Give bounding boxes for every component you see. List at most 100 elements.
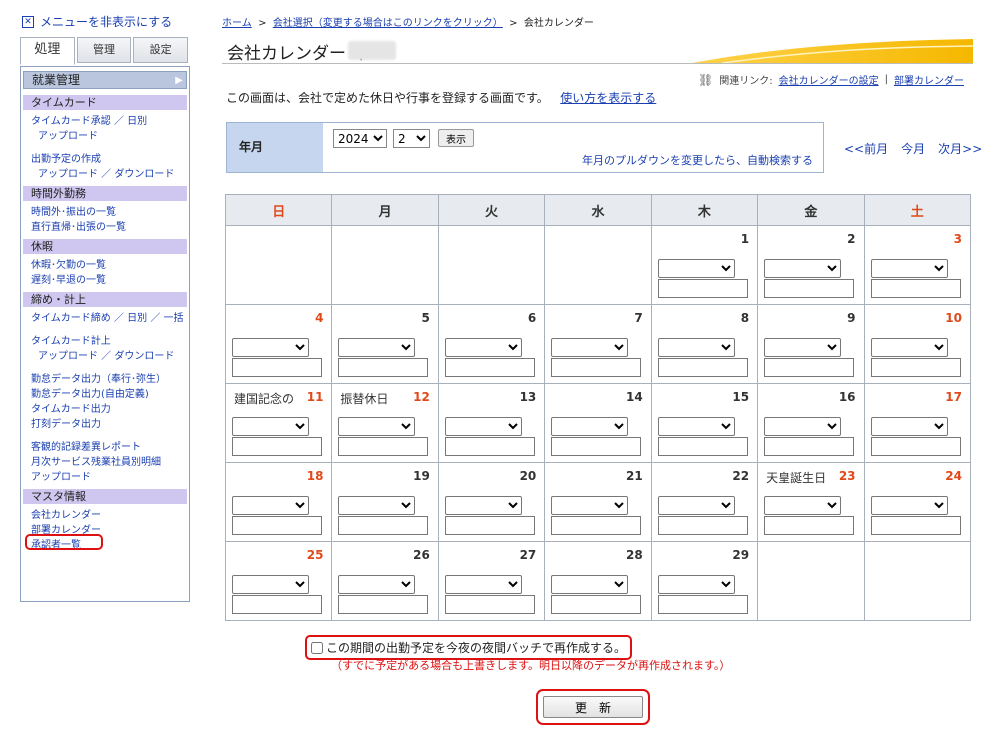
sidebar-link[interactable]: 月次サービス残業社員別明細 (21, 455, 189, 470)
sidebar-link[interactable]: 出勤予定の作成 (21, 152, 189, 167)
day-type-select[interactable] (232, 496, 309, 515)
next-month-link[interactable]: 次月>> (938, 140, 982, 157)
tab-management[interactable]: 管理 (76, 37, 132, 63)
sidebar-link[interactable]: 勤怠データ出力（奉行･弥生） (21, 372, 189, 387)
sidebar-link[interactable]: タイムカード承認 ／ 日別 (21, 114, 189, 129)
title-underline (222, 63, 973, 64)
day-event-input[interactable] (232, 595, 322, 614)
day-event-input[interactable] (870, 279, 961, 298)
breadcrumb-home[interactable]: ホーム (222, 18, 252, 29)
prev-month-link[interactable]: <<前月 (844, 140, 888, 157)
day-event-input[interactable] (764, 358, 855, 377)
day-event-input[interactable] (338, 516, 429, 535)
hide-menu-toggle[interactable]: ✕ メニューを非表示にする (22, 13, 172, 30)
day-type-select[interactable] (551, 496, 629, 515)
sidebar-link[interactable]: 遅刻･早退の一覧 (21, 273, 189, 288)
day-type-select[interactable] (657, 496, 735, 515)
day-type-select[interactable] (551, 417, 629, 436)
day-type-select[interactable] (764, 259, 842, 278)
sidebar-link[interactable]: 直行直帰･出張の一覧 (21, 220, 189, 235)
day-event-input[interactable] (232, 516, 322, 535)
day-event-input[interactable] (232, 358, 322, 377)
day-type-select[interactable] (657, 259, 735, 278)
day-event-input[interactable] (551, 358, 642, 377)
day-type-select[interactable] (551, 575, 629, 594)
day-type-select[interactable] (232, 338, 309, 357)
day-event-input[interactable] (657, 595, 748, 614)
sidebar-link[interactable]: 客観的記録差異レポート (21, 440, 189, 455)
day-type-select[interactable] (551, 338, 629, 357)
year-select[interactable]: 2024 (333, 129, 387, 148)
day-type-select[interactable] (764, 338, 842, 357)
day-type-select[interactable] (444, 575, 522, 594)
sidebar-link[interactable]: タイムカード計上 (21, 334, 189, 349)
description: この画面は、会社で定めた休日や行事を登録する画面です。 使い方を表示する (226, 89, 656, 106)
show-button[interactable]: 表示 (438, 129, 474, 147)
help-link[interactable]: 使い方を表示する (560, 91, 656, 105)
day-event-input[interactable] (338, 358, 429, 377)
day-event-input[interactable] (657, 358, 748, 377)
dept-calendar-link[interactable]: 部署カレンダー (894, 72, 964, 87)
sidebar-link[interactable]: 休暇･欠勤の一覧 (21, 258, 189, 273)
day-event-input[interactable] (551, 437, 642, 456)
breadcrumb-company-select[interactable]: 会社選択（変更する場合はこのリンクをクリック） (273, 18, 503, 29)
day-event-input[interactable] (444, 437, 535, 456)
current-month-link[interactable]: 今月 (901, 140, 925, 157)
day-type-select[interactable] (870, 338, 948, 357)
sidebar-link[interactable]: 勤怠データ出力(自由定義) (21, 387, 189, 402)
day-type-select[interactable] (338, 338, 416, 357)
day-type-select[interactable] (764, 496, 842, 515)
update-button[interactable]: 更 新 (543, 696, 643, 718)
day-event-input[interactable] (764, 516, 855, 535)
sidebar-link[interactable]: 時間外･振出の一覧 (21, 205, 189, 220)
sidebar-link[interactable]: アップロード (21, 470, 189, 485)
day-event-input[interactable] (870, 516, 961, 535)
sidebar-link[interactable]: アップロード ／ ダウンロード (21, 349, 189, 364)
day-event-input[interactable] (444, 595, 535, 614)
sidebar-link[interactable]: タイムカード締め ／ 日別 ／ 一括 (21, 311, 189, 326)
day-event-input[interactable] (870, 358, 961, 377)
day-type-select[interactable] (764, 417, 842, 436)
day-event-input[interactable] (232, 437, 322, 456)
day-type-select[interactable] (870, 496, 948, 515)
day-type-select[interactable] (657, 575, 735, 594)
day-event-input[interactable] (870, 437, 961, 456)
day-event-input[interactable] (657, 279, 748, 298)
day-type-select[interactable] (870, 417, 948, 436)
day-event-input[interactable] (338, 595, 429, 614)
day-event-input[interactable] (764, 437, 855, 456)
day-type-select[interactable] (232, 417, 309, 436)
day-event-input[interactable] (444, 516, 535, 535)
sidebar-header[interactable]: 就業管理 ▶ (23, 71, 187, 89)
day-type-select[interactable] (444, 496, 522, 515)
sidebar-link[interactable]: タイムカード出力 (21, 402, 189, 417)
company-calendar-settings-link[interactable]: 会社カレンダーの設定 (779, 72, 879, 87)
day-event-input[interactable] (764, 279, 855, 298)
tab-processing[interactable]: 処理 (20, 37, 75, 65)
sidebar-link[interactable]: 会社カレンダー (21, 508, 189, 523)
tab-settings[interactable]: 設定 (133, 37, 189, 63)
day-event-input[interactable] (657, 437, 748, 456)
day-type-select[interactable] (444, 417, 522, 436)
day-type-select[interactable] (444, 338, 522, 357)
day-type-select[interactable] (338, 496, 416, 515)
day-event-input[interactable] (444, 358, 535, 377)
rebuild-checkbox[interactable] (311, 641, 323, 654)
sidebar-link[interactable]: 打刻データ出力 (21, 417, 189, 432)
day-number: 9 (847, 311, 856, 325)
day-type-select[interactable] (338, 417, 416, 436)
day-type-select[interactable] (232, 575, 309, 594)
day-event-input[interactable] (551, 516, 642, 535)
day-type-select[interactable] (657, 338, 735, 357)
day-event-input[interactable] (551, 595, 642, 614)
day-type-select[interactable] (338, 575, 416, 594)
month-select[interactable]: 2 (393, 129, 430, 148)
day-type-select[interactable] (870, 259, 948, 278)
day-event-input[interactable] (657, 516, 748, 535)
breadcrumb: ホーム > 会社選択（変更する場合はこのリンクをクリック） > 会社カレンダー (222, 14, 594, 29)
day-type-select[interactable] (657, 417, 735, 436)
sidebar-link[interactable]: アップロード ／ ダウンロード (21, 167, 189, 182)
sidebar-link[interactable]: アップロード (21, 129, 189, 144)
day-number: 7 (634, 311, 643, 325)
day-event-input[interactable] (338, 437, 429, 456)
